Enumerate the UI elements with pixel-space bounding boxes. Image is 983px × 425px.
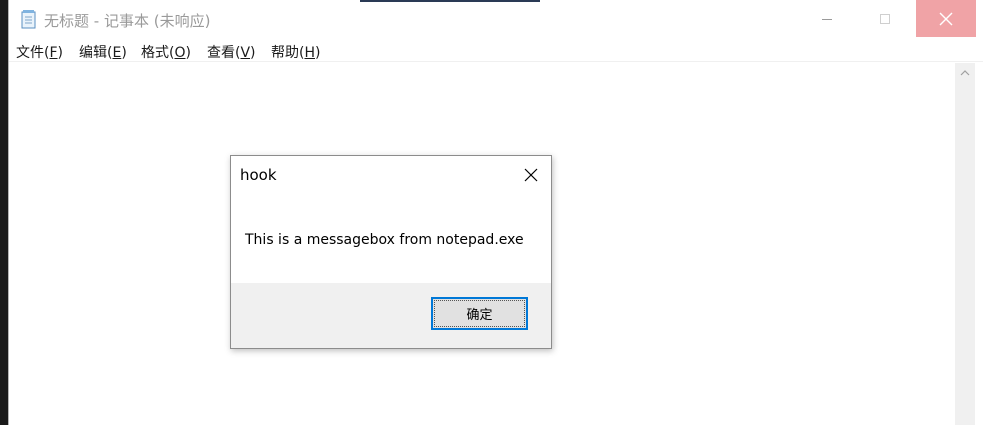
menu-view-end: ): [250, 45, 256, 61]
window-title: 无标题 - 记事本 (未响应): [44, 12, 211, 30]
title-bar[interactable]: 无标题 - 记事本 (未响应): [9, 0, 983, 38]
menu-edit-label: 编辑(: [79, 45, 113, 61]
minimize-icon: [822, 18, 832, 20]
menu-bar: 文件(F) 编辑(E) 格式(O) 查看(V) 帮助(H): [9, 38, 983, 62]
menu-format-accel: O: [174, 45, 186, 61]
menu-help[interactable]: 帮助(H): [271, 42, 320, 62]
chevron-up-icon: [960, 70, 970, 76]
menu-edit[interactable]: 编辑(E): [79, 42, 127, 62]
dialog-footer: 确定: [231, 283, 551, 348]
menu-format-end: ): [185, 45, 191, 61]
menu-help-label: 帮助(: [271, 45, 305, 61]
menu-view-accel: V: [240, 45, 251, 61]
dialog-message: This is a messagebox from notepad.exe: [245, 232, 524, 248]
menu-edit-end: ): [121, 45, 127, 61]
window-right-edge: [975, 63, 983, 425]
menu-edit-accel: E: [112, 45, 122, 61]
scroll-up-button[interactable]: [955, 63, 975, 83]
background-window-edge: [360, 0, 540, 2]
close-button[interactable]: [916, 0, 976, 37]
menu-file[interactable]: 文件(F): [16, 42, 63, 62]
vertical-scrollbar[interactable]: [955, 63, 975, 425]
maximize-icon: [880, 13, 890, 24]
menu-file-accel: F: [49, 45, 58, 61]
ok-button[interactable]: 确定: [431, 297, 528, 330]
maximize-button[interactable]: [862, 0, 908, 37]
menu-help-end: ): [315, 45, 321, 61]
focus-ring: [434, 300, 525, 327]
menu-view-label: 查看(: [207, 45, 241, 61]
menu-format-label: 格式(: [141, 45, 175, 61]
menu-view[interactable]: 查看(V): [207, 42, 256, 62]
dialog-title: hook: [240, 166, 277, 184]
menu-file-end: ): [57, 45, 63, 61]
dialog-close-button[interactable]: [513, 160, 549, 190]
notepad-icon: [20, 9, 38, 29]
menu-help-accel: H: [304, 45, 315, 61]
menu-file-label: 文件(: [16, 45, 50, 61]
desktop-background: [0, 0, 8, 425]
close-icon: [939, 12, 953, 25]
minimize-button[interactable]: [804, 0, 850, 37]
message-box-dialog: hook This is a messagebox from notepad.e…: [230, 155, 552, 349]
menu-format[interactable]: 格式(O): [141, 42, 191, 62]
close-icon: [524, 168, 538, 182]
